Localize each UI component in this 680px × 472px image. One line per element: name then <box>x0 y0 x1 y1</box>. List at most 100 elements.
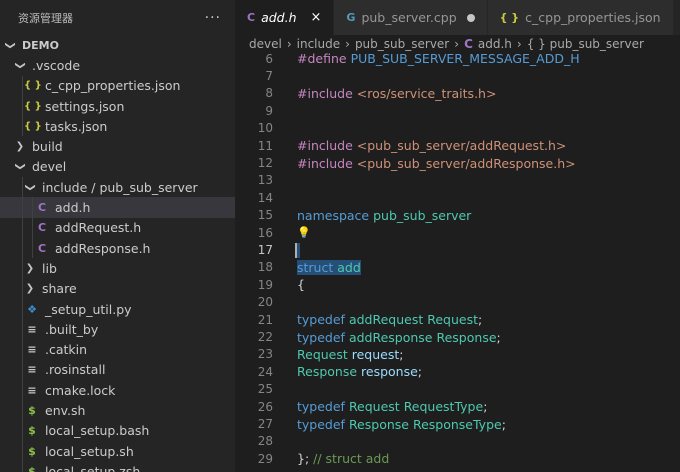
code-line: 25 <box>235 381 680 398</box>
code-text: typedef addResponse Response; <box>297 330 501 345</box>
tree-item-setup-util-py[interactable]: ❖ _setup_util.py <box>0 298 235 320</box>
tree-item-devel[interactable]: ❯ devel <box>0 157 235 177</box>
tree-item-local-setup-sh[interactable]: $ local_setup.sh <box>0 440 235 462</box>
chevron-right-icon[interactable]: ❯ <box>24 263 36 274</box>
tab-c-cpp-properties-json[interactable]: { } c_cpp_properties.json <box>487 0 674 35</box>
indent-guide <box>22 339 23 360</box>
file-tree: ❯ DEMO ❯ .vscode{ } c_cpp_properties.json{ }… <box>0 35 235 472</box>
code-line: 28 <box>235 433 680 450</box>
code-token: { <box>297 277 305 293</box>
text-file-icon: ≡ <box>27 383 37 397</box>
line-number: 15 <box>257 208 273 223</box>
code-token: addRequest <box>348 312 428 328</box>
indent-guide <box>22 258 23 279</box>
explorer-header: 资源管理器 ··· <box>0 0 235 35</box>
code-line: 22 typedef addResponse Response; <box>235 328 680 345</box>
line-number: 20 <box>257 295 273 310</box>
tab-label: add.h <box>261 10 297 25</box>
breadcrumb-file[interactable]: add.h <box>478 37 512 51</box>
line-number: 13 <box>257 173 273 188</box>
chevron-right-icon: › <box>516 37 522 51</box>
breadcrumb-symbol[interactable]: { } pub_sub_server <box>527 37 644 51</box>
tree-item-lib[interactable]: ❯ lib <box>0 258 235 279</box>
tree-item-c-cpp-properties-json[interactable]: { } c_cpp_properties.json <box>0 75 235 96</box>
line-number: 7 <box>265 69 273 84</box>
code-text: Request request; <box>297 347 404 362</box>
tree-item-label: .catkin <box>45 342 88 358</box>
code-token: pub_sub_server <box>373 207 472 223</box>
tab-add-h[interactable]: Cadd.h × <box>235 0 335 35</box>
tree-item-local-setup-zsh[interactable]: $ local_setup.zsh <box>0 461 235 472</box>
lightbulb-icon[interactable]: 💡 <box>297 226 311 239</box>
code-token: #include <box>297 155 357 171</box>
code-text: #include <pub_sub_server/addRequest.h> <box>297 138 566 153</box>
breadcrumb-devel[interactable]: devel <box>249 37 282 51</box>
code-token: Request <box>348 399 404 415</box>
code-view[interactable]: 6 #define PUB_SUB_SERVER_MESSAGE_ADD_H 7 8 #… <box>235 53 680 472</box>
tree-item-label: devel <box>32 159 67 175</box>
c-header-file-icon: C <box>464 37 473 51</box>
chevron-right-icon: › <box>454 37 460 51</box>
indent-guide <box>32 217 33 238</box>
shell-file-icon: $ <box>28 403 36 417</box>
tree-item-catkin[interactable]: ≡ .catkin <box>0 339 235 360</box>
code-token: Response <box>297 364 362 380</box>
tree-item-vscode[interactable]: ❯ .vscode <box>0 55 235 75</box>
tree-item-label: .built_by <box>45 321 99 337</box>
tree-item-demo[interactable]: ❯ DEMO <box>0 35 235 55</box>
code-line: 29}; // struct add <box>235 450 680 467</box>
code-token: <pub_sub_server/addRequest.h> <box>356 138 567 154</box>
line-number: 25 <box>257 382 273 397</box>
code-token: RequestType <box>403 399 484 415</box>
code-token: <ros/service_traits.h> <box>356 85 497 101</box>
chevron-down-icon[interactable]: ❯ <box>15 161 26 173</box>
chevron-down-icon[interactable]: ❯ <box>25 181 36 193</box>
indent-guide <box>22 177 23 198</box>
more-actions-icon[interactable]: ··· <box>205 10 221 26</box>
tree-item-add-h[interactable]: Cadd.h <box>0 197 235 218</box>
code-line: 16 💡 <box>235 224 680 241</box>
breadcrumb-pub-sub-server[interactable]: pub_sub_server <box>355 37 449 51</box>
line-number: 28 <box>257 434 273 449</box>
code-line: 9 <box>235 102 680 119</box>
code-token: typedef <box>297 312 349 328</box>
close-icon[interactable]: × <box>311 10 322 25</box>
tree-item-label: DEMO <box>22 38 59 52</box>
chevron-down-icon[interactable]: ❯ <box>15 59 26 71</box>
tab-label: c_cpp_properties.json <box>525 10 661 25</box>
tree-item-label: c_cpp_properties.json <box>45 78 181 94</box>
tree-item-local-setup-bash[interactable]: $ local_setup.bash <box>0 420 235 441</box>
indent-guide <box>22 298 23 320</box>
line-number: 26 <box>257 399 273 414</box>
tree-item-built-by[interactable]: ≡ .built_by <box>0 319 235 340</box>
tab-pub-server-cpp[interactable]: Gpub_server.cpp <box>334 0 488 35</box>
code-line: 10 <box>235 120 680 137</box>
line-number: 14 <box>257 190 273 205</box>
code-token: Response <box>348 416 413 432</box>
tree-item-rosinstall[interactable]: ≡ .rosinstall <box>0 359 235 381</box>
text-file-icon: ≡ <box>27 363 37 377</box>
json-file-icon: { } <box>24 120 42 132</box>
tree-item-addresponse-h[interactable]: CaddResponse.h <box>0 237 235 259</box>
code-token: Request <box>427 312 478 328</box>
tree-item-cmake-lock[interactable]: ≡ cmake.lock <box>0 380 235 401</box>
tree-item-env-sh[interactable]: $ env.sh <box>0 400 235 421</box>
tree-item-settings-json[interactable]: { } settings.json <box>0 95 235 117</box>
chevron-right-icon: › <box>286 37 292 51</box>
tree-item-build[interactable]: ❯ build <box>0 136 235 156</box>
chevron-right-icon[interactable]: ❯ <box>24 283 36 294</box>
line-number: 21 <box>257 312 273 327</box>
code-text: Response response; <box>297 364 422 379</box>
breadcrumb-include[interactable]: include <box>297 37 340 51</box>
chevron-right-icon[interactable]: ❯ <box>14 141 26 152</box>
unsaved-dot-icon[interactable] <box>466 13 475 22</box>
line-number: 18 <box>257 260 273 275</box>
tree-item-addrequest-h[interactable]: CaddRequest.h <box>0 217 235 238</box>
code-token: typedef <box>297 399 349 415</box>
indent-guide <box>32 237 33 259</box>
tree-item-share[interactable]: ❯ share <box>0 278 235 299</box>
tree-item-label: addRequest.h <box>55 220 142 236</box>
tree-item-tasks-json[interactable]: { } tasks.json <box>0 116 235 137</box>
chevron-down-icon[interactable]: ❯ <box>5 39 16 51</box>
tree-item-include-pub-sub-server[interactable]: ❯ include / pub_sub_server <box>0 177 235 198</box>
